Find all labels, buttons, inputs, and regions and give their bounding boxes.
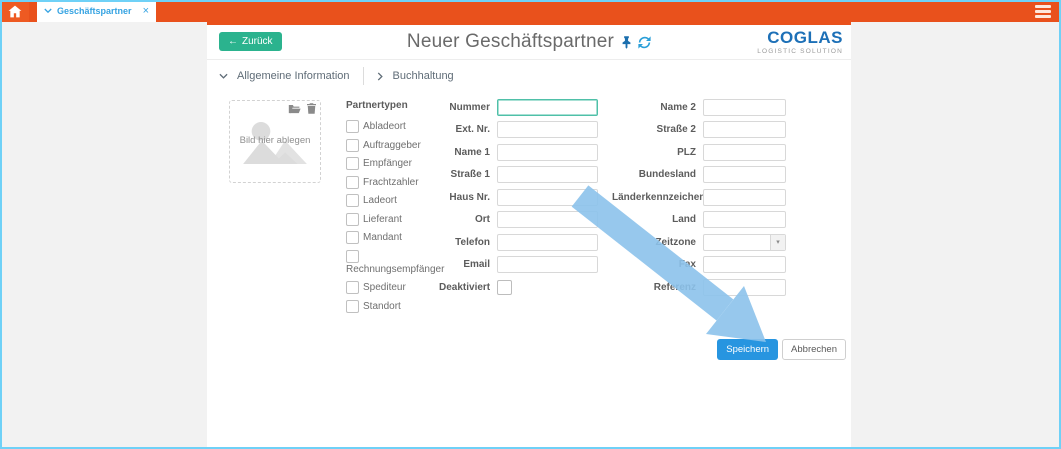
strasse2-input[interactable]	[703, 121, 786, 138]
logo-tagline: LOGISTIC SOLUTION	[757, 48, 843, 55]
field-label: Haus Nr.	[439, 192, 490, 203]
bundesland-input[interactable]	[703, 166, 786, 183]
refresh-icon[interactable]	[638, 36, 651, 49]
close-icon[interactable]: ×	[143, 6, 149, 17]
checkbox[interactable]	[346, 157, 359, 170]
field-label: Name 1	[439, 147, 490, 158]
checkbox[interactable]	[346, 231, 359, 244]
divider	[363, 67, 364, 85]
field-label: Ort	[439, 214, 490, 225]
zeitzone-select[interactable]: ▾	[703, 234, 786, 251]
image-dropzone[interactable]: Bild hier ablegen	[229, 100, 321, 183]
ext-nr-input[interactable]	[497, 121, 598, 138]
field-label: Fax	[612, 259, 696, 270]
page-title: Neuer Geschäftspartner	[407, 31, 614, 53]
chevron-down-icon	[219, 73, 228, 80]
home-icon	[8, 5, 22, 18]
checkbox[interactable]	[346, 139, 359, 152]
checkbox[interactable]	[346, 300, 359, 313]
deaktiviert-checkbox[interactable]	[497, 280, 512, 295]
field-label: Referenz	[612, 282, 696, 293]
section-allgemeine-information[interactable]: Allgemeine Information	[219, 70, 350, 82]
fax-input[interactable]	[703, 256, 786, 273]
laenderkennzeichen-input[interactable]	[703, 189, 786, 206]
telefon-input[interactable]	[497, 234, 598, 251]
field-label: Länderkennzeichen	[612, 192, 696, 203]
field-label: Telefon	[439, 237, 490, 248]
name1-input[interactable]	[497, 144, 598, 161]
field-label: Bundesland	[612, 169, 696, 180]
chevron-right-icon	[377, 72, 384, 81]
strasse1-input[interactable]	[497, 166, 598, 183]
field-label: Nummer	[439, 102, 490, 113]
field-label: Straße 2	[612, 124, 696, 135]
plz-input[interactable]	[703, 144, 786, 161]
field-label: Email	[439, 259, 490, 270]
field-label: Straße 1	[439, 169, 490, 180]
checkbox[interactable]	[346, 250, 359, 263]
save-button[interactable]: Speichern	[717, 339, 778, 360]
form-column-right: Name 2 Straße 2 PLZ Bundesland Länderken…	[612, 96, 786, 299]
tab-label: Geschäftspartner	[57, 6, 138, 16]
section-buchhaltung[interactable]: Buchhaltung	[377, 70, 454, 82]
back-arrow-icon: ←	[228, 36, 238, 47]
top-navigation-bar: Geschäftspartner ×	[0, 0, 1061, 22]
hausnr-input[interactable]	[497, 189, 598, 206]
field-label: Deaktiviert	[439, 282, 490, 293]
field-label: Zeitzone	[612, 237, 696, 248]
trash-icon[interactable]	[307, 103, 316, 114]
section-label: Allgemeine Information	[237, 70, 350, 82]
checkbox[interactable]	[346, 281, 359, 294]
pin-icon[interactable]	[621, 36, 632, 49]
chevron-down-icon[interactable]	[44, 8, 52, 14]
ort-input[interactable]	[497, 211, 598, 228]
panel-header: ← Zurück Neuer Geschäftspartner COGLAS L…	[207, 25, 851, 60]
field-label: PLZ	[612, 147, 696, 158]
checkbox[interactable]	[346, 213, 359, 226]
checkbox[interactable]	[346, 176, 359, 189]
referenz-input[interactable]	[703, 279, 786, 296]
name2-input[interactable]	[703, 99, 786, 116]
logo-text: COGLAS	[757, 29, 843, 48]
checkbox[interactable]	[346, 120, 359, 133]
dropzone-text: Bild hier ablegen	[230, 135, 320, 146]
field-label: Ext. Nr.	[439, 124, 490, 135]
nummer-input[interactable]	[497, 99, 598, 116]
cancel-button[interactable]: Abbrechen	[782, 339, 846, 360]
home-button[interactable]	[0, 0, 29, 22]
main-content-panel: ← Zurück Neuer Geschäftspartner COGLAS L…	[207, 22, 851, 449]
menu-icon[interactable]	[1035, 5, 1051, 18]
section-tabs: Allgemeine Information Buchhaltung	[219, 65, 454, 87]
partner-type-standort[interactable]: Standort	[346, 300, 460, 313]
email-input[interactable]	[497, 256, 598, 273]
back-button-label: Zurück	[242, 36, 273, 47]
land-input[interactable]	[703, 211, 786, 228]
folder-open-icon[interactable]	[288, 104, 301, 114]
section-label: Buchhaltung	[393, 70, 454, 82]
form-actions: Speichern Abbrechen	[717, 339, 846, 360]
field-label: Name 2	[612, 102, 696, 113]
chevron-down-icon[interactable]: ▾	[770, 235, 785, 250]
checkbox[interactable]	[346, 194, 359, 207]
coglas-logo: COGLAS LOGISTIC SOLUTION	[757, 29, 843, 55]
back-button[interactable]: ← Zurück	[219, 32, 282, 51]
form-column-left: Nummer Ext. Nr. Name 1 Straße 1 Haus Nr.…	[439, 96, 598, 299]
field-label: Land	[612, 214, 696, 225]
tab-geschaeftspartner[interactable]: Geschäftspartner ×	[37, 0, 156, 22]
